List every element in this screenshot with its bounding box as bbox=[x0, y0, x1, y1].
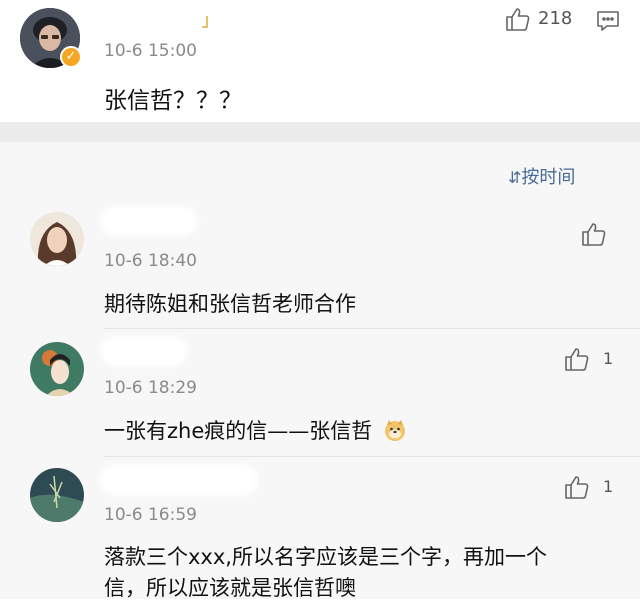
comments-panel bbox=[0, 142, 640, 599]
username-redacted bbox=[104, 8, 214, 32]
commenter-avatar[interactable] bbox=[30, 468, 84, 522]
comment-text-line2: 信，所以应该就是张信哲噢 bbox=[104, 576, 356, 600]
comment-like-count: 1 bbox=[603, 349, 614, 368]
comment-time: 10-6 18:29 bbox=[104, 378, 197, 398]
comment-separator bbox=[104, 328, 640, 329]
comment-time: 10-6 16:59 bbox=[104, 505, 197, 525]
thumbs-up-icon[interactable] bbox=[581, 221, 607, 247]
sort-icon: ⇵ bbox=[508, 168, 522, 187]
verified-badge-icon: ✓ bbox=[60, 46, 82, 68]
comment-like-count: 1 bbox=[603, 477, 614, 496]
main-post: ✓ 10-6 15:00 张信哲？？？ 218 bbox=[0, 0, 640, 122]
commenter-name-redacted bbox=[104, 340, 184, 362]
comment-text: 一张有zhe痕的信——张信哲 bbox=[104, 415, 407, 445]
doge-emoji-icon bbox=[383, 418, 407, 442]
comment-text-content: 一张有zhe痕的信——张信哲 bbox=[104, 419, 373, 443]
post-like-count: 218 bbox=[538, 8, 573, 29]
comment-text: 期待陈姐和张信哲老师合作 bbox=[104, 292, 356, 316]
username-mark bbox=[202, 16, 208, 28]
section-divider bbox=[0, 122, 640, 142]
thumbs-up-icon[interactable] bbox=[564, 474, 590, 500]
comment-time: 10-6 18:40 bbox=[104, 251, 197, 271]
comment-text-line1: 落款三个xxx,所以名字应该是三个字，再加一个 bbox=[104, 545, 547, 569]
post-text: 张信哲？？？ bbox=[104, 88, 242, 114]
post-time: 10-6 15:00 bbox=[104, 41, 197, 61]
commenter-avatar[interactable] bbox=[30, 212, 84, 266]
commenter-name-redacted bbox=[104, 468, 254, 492]
sort-label: 按时间 bbox=[521, 167, 576, 188]
commenter-name-redacted bbox=[104, 210, 194, 232]
sort-toggle[interactable]: ⇵按时间 bbox=[508, 163, 575, 189]
thumbs-up-icon[interactable] bbox=[505, 6, 531, 32]
thumbs-up-icon[interactable] bbox=[564, 346, 590, 372]
commenter-avatar[interactable] bbox=[30, 342, 84, 396]
comment-icon[interactable] bbox=[596, 9, 620, 33]
comment-separator bbox=[104, 456, 640, 457]
